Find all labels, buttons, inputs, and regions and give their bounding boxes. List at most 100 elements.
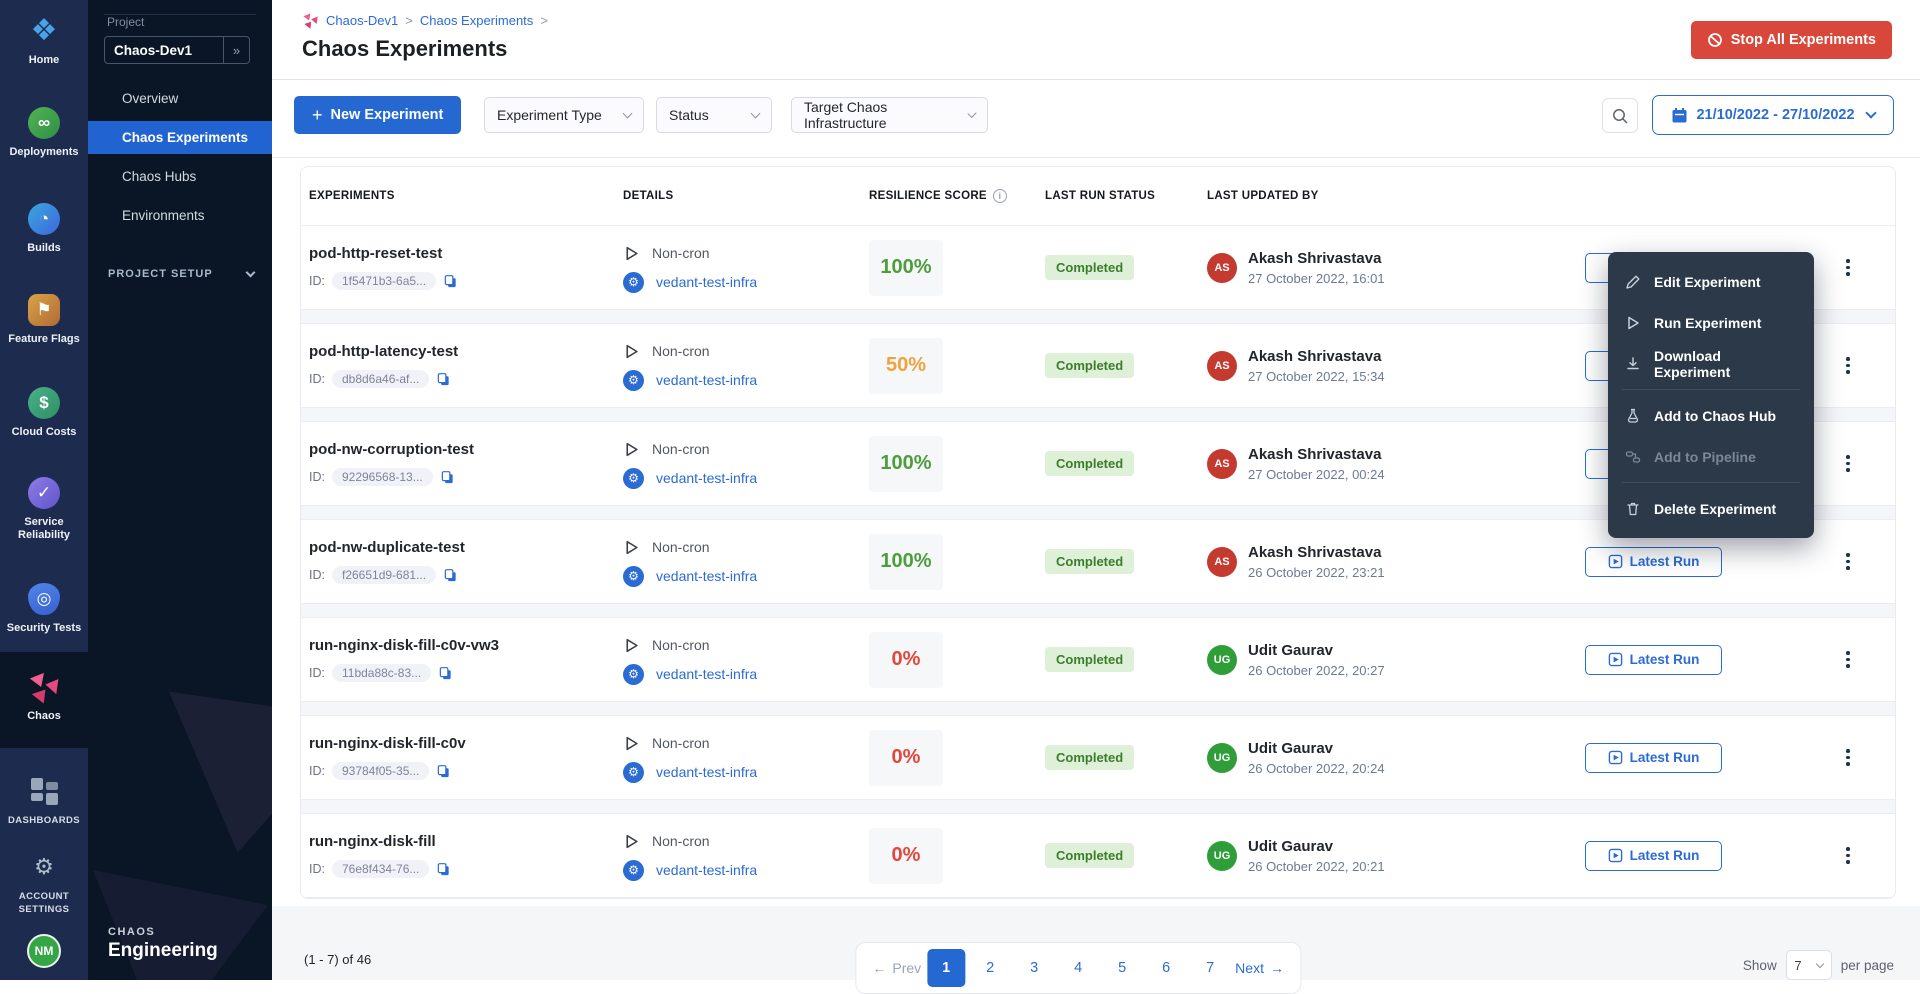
sidebar-item-label: Environments <box>122 208 205 223</box>
search-button[interactable] <box>1602 98 1638 133</box>
experiment-name[interactable]: pod-nw-corruption-test <box>309 441 623 458</box>
play-icon <box>1625 315 1641 331</box>
kubernetes-icon: ⚙ <box>623 664 644 685</box>
avatar[interactable]: NM <box>27 934 61 968</box>
row-context-menu: Edit Experiment Run Experiment Download … <box>1608 252 1814 538</box>
nav-service-reliability[interactable]: ✓ Service Reliability <box>0 474 88 542</box>
menu-item-label: Delete Experiment <box>1654 501 1776 517</box>
menu-edit-experiment[interactable]: Edit Experiment <box>1608 261 1814 302</box>
infrastructure-link[interactable]: vedant-test-infra <box>656 470 757 486</box>
resilience-score: 100% <box>869 534 943 590</box>
infrastructure-link[interactable]: vedant-test-infra <box>656 666 757 682</box>
page-number-button[interactable]: 2 <box>971 949 1009 987</box>
nav-security-tests-label: Security Tests <box>0 622 88 635</box>
menu-run-experiment[interactable]: Run Experiment <box>1608 302 1814 343</box>
latest-run-button[interactable]: Latest Run <box>1585 841 1722 871</box>
menu-item-label: Add to Pipeline <box>1654 449 1756 465</box>
nav-home[interactable]: ❖ Home <box>0 12 88 67</box>
nav-dashboards[interactable]: DASHBOARDS <box>0 772 88 827</box>
schedule-type: Non-cron <box>652 637 710 653</box>
nav-account-settings[interactable]: ⚙ ACCOUNT SETTINGS <box>0 848 88 916</box>
project-selector[interactable]: Chaos-Dev1 » <box>104 36 250 64</box>
new-experiment-button[interactable]: + New Experiment <box>294 96 461 134</box>
sidebar-item[interactable]: Chaos Hubs <box>88 160 272 193</box>
project-setup-toggle[interactable]: PROJECT SETUP <box>88 268 272 280</box>
copy-icon[interactable] <box>436 372 451 387</box>
nav-builds[interactable]: ◔ Builds <box>0 200 88 255</box>
breadcrumb-page-link[interactable]: Chaos Experiments <box>420 13 533 28</box>
experiment-name[interactable]: pod-http-reset-test <box>309 245 623 262</box>
page-number-button[interactable]: 5 <box>1103 949 1141 987</box>
row-menu-kebab-icon[interactable] <box>1835 547 1861 577</box>
nav-cloud-costs[interactable]: $ Cloud Costs <box>0 384 88 439</box>
info-icon[interactable]: i <box>993 189 1007 203</box>
prev-page-button[interactable]: ← Prev <box>872 960 921 976</box>
schedule-type: Non-cron <box>652 833 710 849</box>
sidebar-item[interactable]: Environments <box>88 199 272 232</box>
infrastructure-link[interactable]: vedant-test-infra <box>656 568 757 584</box>
menu-download-experiment[interactable]: Download Experiment <box>1608 343 1814 384</box>
nav-chaos[interactable]: Chaos <box>0 668 88 723</box>
experiment-name[interactable]: pod-http-latency-test <box>309 343 623 360</box>
breadcrumb-project-link[interactable]: Chaos-Dev1 <box>326 13 398 28</box>
page-number-button[interactable]: 6 <box>1147 949 1185 987</box>
copy-icon[interactable] <box>436 764 451 779</box>
updated-timestamp: 26 October 2022, 20:21 <box>1248 859 1385 874</box>
status-filter[interactable]: Status <box>656 97 772 133</box>
latest-run-icon <box>1608 848 1623 863</box>
row-menu-kebab-icon[interactable] <box>1835 645 1861 675</box>
page-size-select[interactable]: 7 <box>1786 950 1832 980</box>
latest-run-button[interactable]: Latest Run <box>1585 645 1722 675</box>
collapse-sidebar-icon[interactable]: » <box>223 37 249 63</box>
page-number-button[interactable]: 4 <box>1059 949 1097 987</box>
page-number-button[interactable]: 1 <box>927 949 965 987</box>
copy-icon[interactable] <box>440 470 455 485</box>
latest-run-button[interactable]: Latest Run <box>1585 743 1722 773</box>
infrastructure-link[interactable]: vedant-test-infra <box>656 764 757 780</box>
sidebar-item-label: Chaos Hubs <box>122 169 196 184</box>
row-menu-kebab-icon[interactable] <box>1835 841 1861 871</box>
row-menu-kebab-icon[interactable] <box>1835 743 1861 773</box>
copy-icon[interactable] <box>443 568 458 583</box>
copy-icon[interactable] <box>436 862 451 877</box>
infrastructure-link[interactable]: vedant-test-infra <box>656 372 757 388</box>
sidebar-item[interactable]: Overview <box>88 82 272 115</box>
latest-run-button[interactable]: Latest Run <box>1585 547 1722 577</box>
sidebar-item[interactable]: Chaos Experiments <box>88 121 272 154</box>
user-avatar-wrap[interactable]: NM <box>0 934 88 968</box>
experiment-name[interactable]: run-nginx-disk-fill-c0v-vw3 <box>309 637 623 654</box>
user-avatar: UG <box>1207 645 1237 675</box>
table-row: run-nginx-disk-fill-c0v ID: 93784f05-35.… <box>301 715 1895 800</box>
col-last-updated-by: LAST UPDATED BY <box>1207 190 1585 202</box>
kubernetes-icon: ⚙ <box>623 860 644 881</box>
date-range-picker[interactable]: 21/10/2022 - 27/10/2022 <box>1652 95 1894 135</box>
infrastructure-link[interactable]: vedant-test-infra <box>656 274 757 290</box>
id-label: ID: <box>309 274 325 288</box>
copy-icon[interactable] <box>438 666 453 681</box>
experiment-type-filter[interactable]: Experiment Type <box>484 97 644 133</box>
copy-icon[interactable] <box>443 274 458 289</box>
kubernetes-icon: ⚙ <box>623 566 644 587</box>
row-menu-kebab-icon[interactable] <box>1835 253 1861 283</box>
page-number-button[interactable]: 3 <box>1015 949 1053 987</box>
experiment-name[interactable]: run-nginx-disk-fill-c0v <box>309 735 623 752</box>
id-label: ID: <box>309 470 325 484</box>
menu-add-to-chaos-hub[interactable]: Add to Chaos Hub <box>1608 395 1814 436</box>
experiment-name[interactable]: run-nginx-disk-fill <box>309 833 623 850</box>
nav-security-tests[interactable]: ◎ Security Tests <box>0 580 88 635</box>
page-number-button[interactable]: 7 <box>1191 949 1229 987</box>
row-menu-kebab-icon[interactable] <box>1835 449 1861 479</box>
resilience-score: 0% <box>869 632 943 688</box>
nav-feature-flags[interactable]: ⚑ Feature Flags <box>0 291 88 346</box>
menu-delete-experiment[interactable]: Delete Experiment <box>1608 488 1814 529</box>
nav-deployments[interactable]: ∞ Deployments <box>0 104 88 159</box>
builds-icon: ◔ <box>28 203 60 235</box>
project-name: Chaos-Dev1 <box>105 43 223 58</box>
next-page-button[interactable]: Next → <box>1235 960 1284 976</box>
infrastructure-link[interactable]: vedant-test-infra <box>656 862 757 878</box>
target-infrastructure-filter[interactable]: Target Chaos Infrastructure <box>791 97 988 133</box>
row-menu-kebab-icon[interactable] <box>1835 351 1861 381</box>
chevron-down-icon <box>246 267 256 277</box>
experiment-name[interactable]: pod-nw-duplicate-test <box>309 539 623 556</box>
stop-all-experiments-button[interactable]: Stop All Experiments <box>1691 21 1892 59</box>
